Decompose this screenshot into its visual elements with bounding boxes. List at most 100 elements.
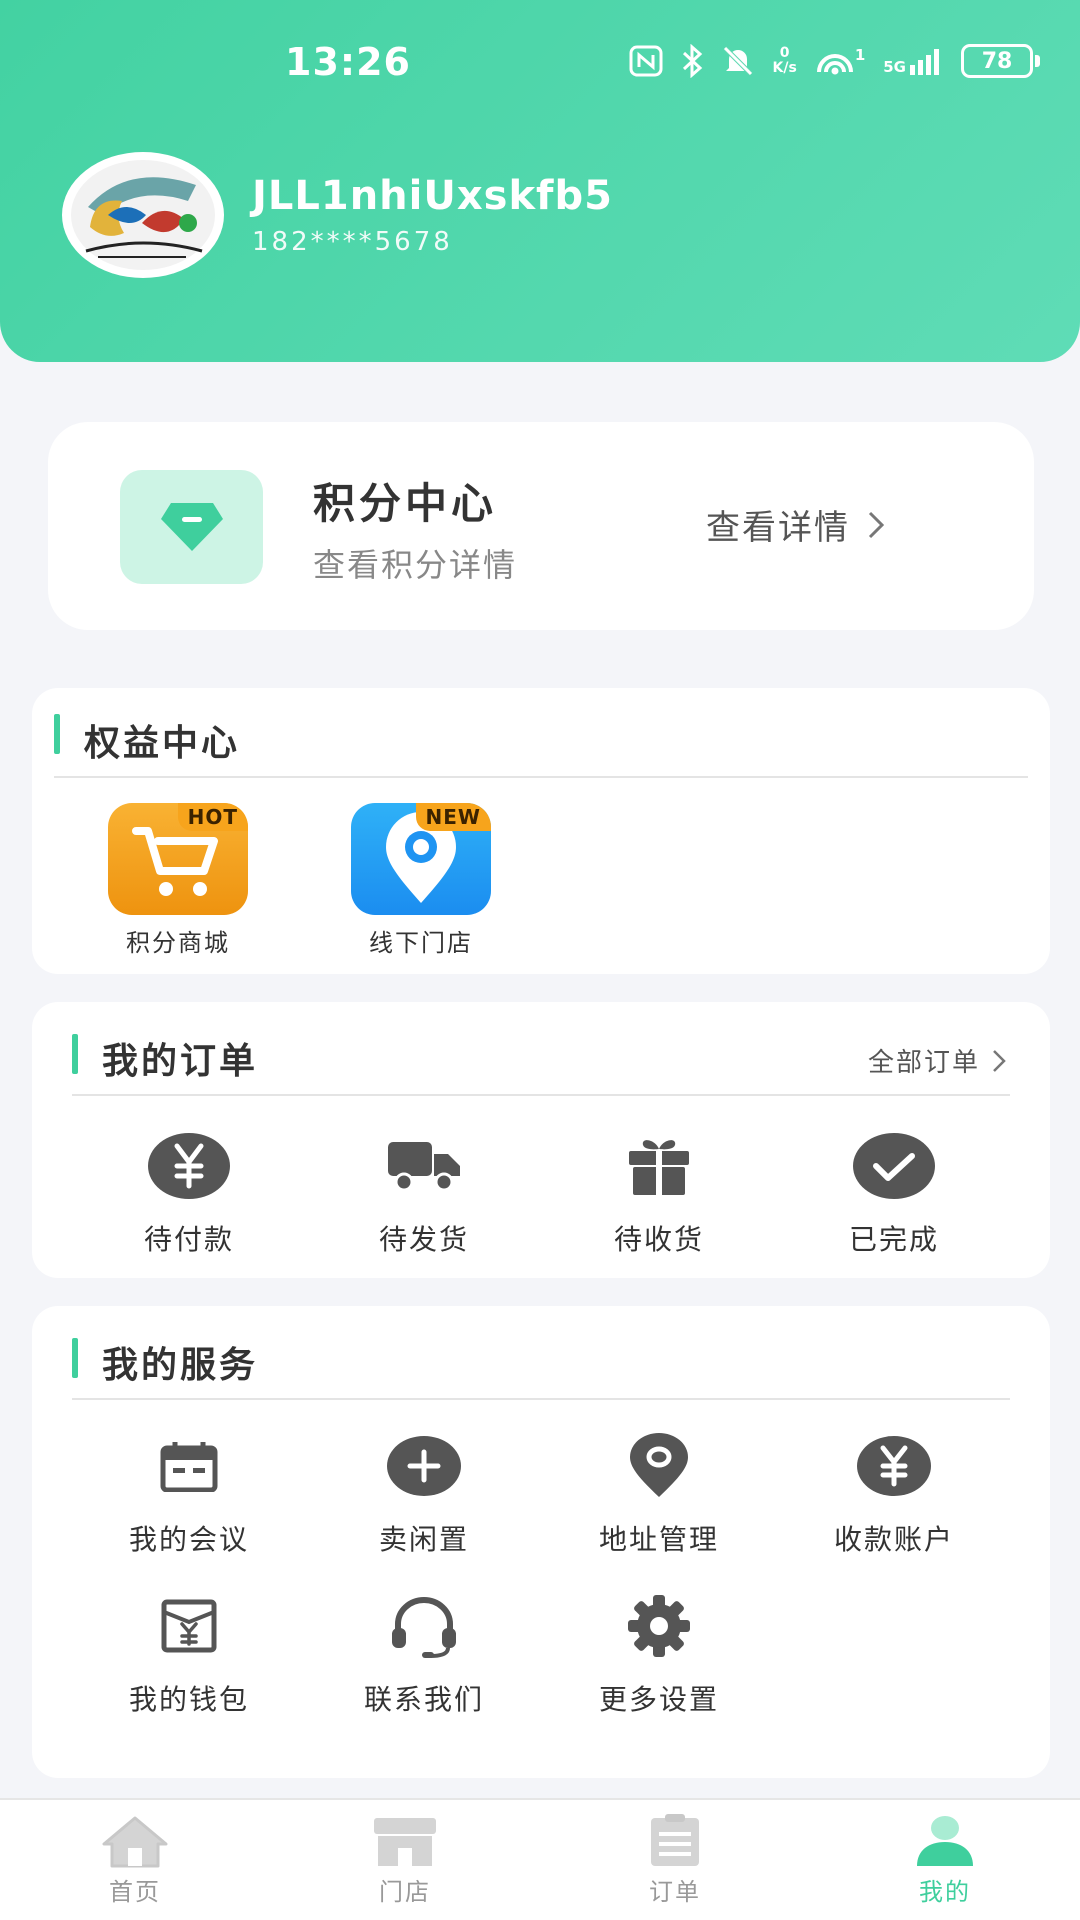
- order-item-label: 待发货: [378, 1223, 469, 1256]
- service-item-label: 收款账户: [833, 1523, 954, 1556]
- order-item-label: 已完成: [848, 1223, 939, 1256]
- tab-label: 我的: [919, 1878, 971, 1906]
- location-icon: [630, 1433, 688, 1497]
- points-title: 积分中心: [313, 479, 498, 528]
- tab-label: 门店: [379, 1878, 431, 1906]
- order-item-label: 待付款: [143, 1223, 234, 1256]
- service-item-label: 地址管理: [598, 1523, 719, 1556]
- section-accent-bar: [72, 1338, 78, 1378]
- points-detail-link[interactable]: 查看详情: [706, 500, 884, 549]
- headset-icon: [392, 1597, 456, 1658]
- truck-icon: [388, 1142, 460, 1192]
- rights-item-offline-store[interactable]: NEW 线下门店: [346, 803, 496, 958]
- gift-icon: [629, 1140, 689, 1195]
- network-type: 5G: [883, 58, 906, 76]
- section-accent-bar: [54, 714, 60, 754]
- battery-tip: [1035, 55, 1040, 67]
- user-icon: [917, 1816, 973, 1866]
- yuan-circle-icon: [857, 1436, 931, 1496]
- yuan-circle-icon: [148, 1133, 230, 1199]
- order-icon-box: [614, 1126, 704, 1206]
- points-mall-icon-box: HOT: [108, 803, 248, 915]
- order-pending-receipt[interactable]: 待收货: [559, 1126, 759, 1258]
- rights-item-label: 积分商城: [126, 929, 230, 957]
- nfc-icon: [629, 45, 663, 77]
- bluetooth-icon: [682, 44, 702, 78]
- hot-badge: HOT: [177, 803, 248, 831]
- calendar-icon: [160, 1442, 218, 1492]
- service-address-management[interactable]: 地址管理: [559, 1426, 759, 1558]
- store-icon: [374, 1818, 436, 1866]
- tab-home[interactable]: 首页: [65, 1814, 205, 1907]
- orders-title: 我的订单: [102, 1041, 259, 1082]
- rights-item-label: 线下门店: [369, 929, 473, 957]
- net-speed: 0 K/s: [773, 46, 797, 76]
- phone-number: 182****5678: [252, 227, 453, 257]
- all-orders-label: 全部订单: [867, 1048, 980, 1078]
- chevron-right-icon: [868, 511, 884, 538]
- new-badge: NEW: [415, 803, 491, 831]
- service-item-label: 联系我们: [363, 1683, 484, 1716]
- points-center-card[interactable]: 积分中心 查看积分详情 查看详情: [48, 422, 1034, 630]
- order-icon-box: [144, 1126, 234, 1206]
- service-more-settings[interactable]: 更多设置: [559, 1586, 759, 1718]
- all-orders-link[interactable]: 全部订单: [868, 1042, 1006, 1079]
- plus-circle-icon: [387, 1436, 461, 1496]
- profile-info[interactable]: JLL1nhiUxskfb5 182****5678: [62, 152, 613, 278]
- signal: 5G: [883, 47, 943, 75]
- hotspot: 1: [815, 46, 865, 76]
- gear-icon: [628, 1595, 690, 1657]
- my-services-card: 我的服务 我的会议 卖闲置 地址管理 收款账户 我的钱包 联系我们 更多设置: [32, 1306, 1050, 1778]
- points-detail-label: 查看详情: [706, 508, 850, 548]
- points-icon-box: [120, 470, 263, 584]
- service-icon-box: [379, 1586, 469, 1666]
- service-icon-box: [849, 1426, 939, 1506]
- wallet-icon: [161, 1599, 217, 1653]
- divider: [72, 1398, 1010, 1400]
- divider: [72, 1094, 1010, 1096]
- order-item-label: 待收货: [613, 1223, 704, 1256]
- divider: [54, 776, 1028, 778]
- order-pending-payment[interactable]: 待付款: [89, 1126, 289, 1258]
- service-my-wallet[interactable]: 我的钱包: [89, 1586, 289, 1718]
- check-circle-icon: [853, 1133, 935, 1199]
- hotspot-count: 1: [854, 46, 866, 64]
- net-speed-value: 0: [779, 45, 790, 61]
- service-item-label: 我的会议: [128, 1523, 249, 1556]
- diamond-icon: [160, 503, 223, 551]
- service-icon-box: [379, 1426, 469, 1506]
- rights-item-points-mall[interactable]: HOT 积分商城: [103, 803, 253, 958]
- username: JLL1nhiUxskfb5: [252, 173, 613, 219]
- profile-text: JLL1nhiUxskfb5 182****5678: [252, 173, 613, 257]
- avatar-logo-icon: [71, 160, 215, 270]
- hotspot-icon: [816, 54, 853, 75]
- service-sell-idle[interactable]: 卖闲置: [324, 1426, 524, 1558]
- offline-store-icon-box: NEW: [351, 803, 491, 915]
- chevron-right-icon: [993, 1049, 1006, 1072]
- status-bar: 13:26 0 K/s 1 5G 78: [0, 0, 1080, 130]
- services-title: 我的服务: [102, 1345, 259, 1386]
- service-my-meetings[interactable]: 我的会议: [89, 1426, 289, 1558]
- home-icon: [102, 1816, 168, 1868]
- points-subtitle: 查看积分详情: [313, 546, 518, 584]
- section-accent-bar: [72, 1034, 78, 1074]
- my-orders-card: 我的订单 全部订单 待付款 待发货 待收货 已完成: [32, 1002, 1050, 1278]
- battery: 78: [961, 44, 1040, 78]
- order-completed[interactable]: 已完成: [794, 1126, 994, 1258]
- status-time: 13:26: [285, 40, 411, 84]
- service-icon-box: [614, 1586, 704, 1666]
- tab-orders[interactable]: 订单: [605, 1814, 745, 1907]
- rights-title: 权益中心: [84, 723, 241, 764]
- order-pending-shipment[interactable]: 待发货: [324, 1126, 524, 1258]
- tab-store[interactable]: 门店: [335, 1814, 475, 1907]
- battery-level: 78: [961, 44, 1033, 78]
- service-payment-account[interactable]: 收款账户: [794, 1426, 994, 1558]
- service-item-label: 卖闲置: [378, 1523, 469, 1556]
- service-contact-us[interactable]: 联系我们: [324, 1586, 524, 1718]
- avatar[interactable]: [62, 152, 224, 278]
- rights-center-card: 权益中心 HOT 积分商城 NEW 线下门店: [32, 688, 1050, 974]
- tab-me[interactable]: 我的: [875, 1814, 1015, 1907]
- order-list-icon: [651, 1814, 699, 1866]
- service-item-label: 更多设置: [598, 1683, 719, 1716]
- tab-label: 首页: [109, 1878, 161, 1906]
